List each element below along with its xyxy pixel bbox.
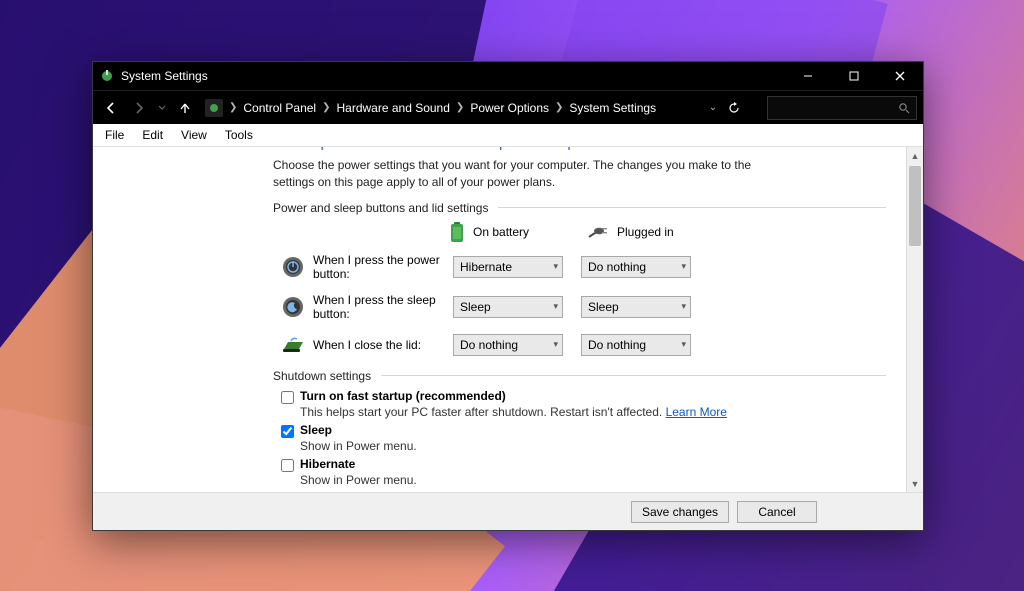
select-lid-plugged[interactable]: Do nothing▾: [581, 334, 691, 356]
crumb-1[interactable]: Hardware and Sound: [337, 101, 450, 115]
save-button[interactable]: Save changes: [631, 501, 729, 523]
chevron-down-icon: ▾: [681, 301, 686, 312]
check-title: Lock: [300, 491, 464, 492]
crumb-0[interactable]: Control Panel: [243, 101, 316, 115]
select-sleep-battery[interactable]: Sleep▾: [453, 296, 563, 318]
group-shutdown: Shutdown settings: [273, 369, 886, 383]
content-area: Define power buttons and turn on passwor…: [93, 147, 906, 492]
check-title: Sleep: [300, 423, 417, 437]
sleep-button-icon: [281, 295, 305, 319]
crumb-2[interactable]: Power Options: [470, 101, 549, 115]
row-label: When I close the lid:: [313, 338, 453, 352]
refresh-button[interactable]: [727, 101, 757, 115]
check-sub: This helps start your PC faster after sh…: [300, 405, 727, 419]
plug-icon: [587, 224, 609, 240]
chevron-down-icon: ▾: [681, 261, 686, 272]
scroll-thumb[interactable]: [909, 166, 921, 246]
select-power-battery[interactable]: Hibernate▾: [453, 256, 563, 278]
select-lid-battery[interactable]: Do nothing▾: [453, 334, 563, 356]
chevron-down-icon: ▾: [681, 339, 686, 350]
titlebar[interactable]: System Settings: [93, 62, 923, 90]
check-lock: Lock Show in account picture menu.: [281, 491, 886, 492]
row-close-lid: When I close the lid: Do nothing▾ Do not…: [273, 333, 886, 357]
select-power-plugged[interactable]: Do nothing▾: [581, 256, 691, 278]
search-icon: [898, 102, 910, 114]
menu-edit[interactable]: Edit: [134, 126, 171, 144]
chevron-right-icon: ❯: [229, 102, 237, 113]
chevron-down-icon: ▾: [553, 339, 558, 350]
lid-icon: [281, 333, 305, 357]
forward-button[interactable]: [127, 96, 151, 120]
chevron-down-icon: ▾: [553, 261, 558, 272]
group-power-sleep: Power and sleep buttons and lid settings: [273, 201, 886, 215]
page-heading: Define power buttons and turn on passwor…: [273, 147, 886, 151]
breadcrumb[interactable]: ❯ Control Panel ❯ Hardware and Sound ❯ P…: [205, 99, 699, 117]
learn-more-link[interactable]: Learn More: [666, 405, 727, 419]
check-sub: Show in Power menu.: [300, 473, 417, 487]
window: System Settings ❯ Control Pan: [92, 61, 924, 531]
address-dropdown-icon[interactable]: ⌄: [703, 102, 723, 113]
checkbox-fast-startup[interactable]: [281, 391, 294, 404]
window-title: System Settings: [121, 69, 208, 83]
chevron-right-icon: ❯: [555, 102, 563, 113]
col-on-battery: On battery: [449, 221, 569, 243]
chevron-down-icon: ▾: [553, 301, 558, 312]
col-plugged-in: Plugged in: [587, 221, 707, 243]
row-sleep-button: When I press the sleep button: Sleep▾ Sl…: [273, 293, 886, 321]
checkbox-sleep[interactable]: [281, 425, 294, 438]
menu-file[interactable]: File: [97, 126, 132, 144]
check-fast-startup: Turn on fast startup (recommended) This …: [281, 389, 886, 419]
check-sub: Show in Power menu.: [300, 439, 417, 453]
app-icon: [99, 68, 115, 84]
back-button[interactable]: [99, 96, 123, 120]
crumb-3[interactable]: System Settings: [569, 101, 656, 115]
row-power-button: When I press the power button: Hibernate…: [273, 253, 886, 281]
maximize-button[interactable]: [831, 62, 877, 90]
close-button[interactable]: [877, 62, 923, 90]
footer: Save changes Cancel: [93, 492, 923, 530]
battery-icon: [449, 221, 465, 243]
check-sleep: Sleep Show in Power menu.: [281, 423, 886, 453]
scroll-up-button[interactable]: ▲: [907, 147, 923, 164]
scrollbar[interactable]: ▲ ▼: [906, 147, 923, 492]
recent-dropdown-icon[interactable]: [155, 96, 169, 120]
check-title: Hibernate: [300, 457, 417, 471]
check-hibernate: Hibernate Show in Power menu.: [281, 457, 886, 487]
search-box[interactable]: [767, 96, 917, 120]
page-description: Choose the power settings that you want …: [273, 157, 753, 191]
column-headers: On battery Plugged in: [449, 221, 886, 243]
minimize-button[interactable]: [785, 62, 831, 90]
select-sleep-plugged[interactable]: Sleep▾: [581, 296, 691, 318]
scroll-down-button[interactable]: ▼: [907, 475, 923, 492]
row-label: When I press the sleep button:: [313, 293, 453, 321]
menu-view[interactable]: View: [173, 126, 215, 144]
cancel-button[interactable]: Cancel: [737, 501, 817, 523]
chevron-right-icon: ❯: [456, 102, 464, 113]
chevron-right-icon: ❯: [322, 102, 330, 113]
check-title: Turn on fast startup (recommended): [300, 389, 727, 403]
menubar: File Edit View Tools: [93, 124, 923, 147]
power-button-icon: [281, 255, 305, 279]
scroll-track[interactable]: [907, 164, 923, 475]
row-label: When I press the power button:: [313, 253, 453, 281]
navbar: ❯ Control Panel ❯ Hardware and Sound ❯ P…: [93, 90, 923, 124]
up-button[interactable]: [173, 96, 197, 120]
menu-tools[interactable]: Tools: [217, 126, 261, 144]
checkbox-hibernate[interactable]: [281, 459, 294, 472]
address-icon: [205, 99, 223, 117]
